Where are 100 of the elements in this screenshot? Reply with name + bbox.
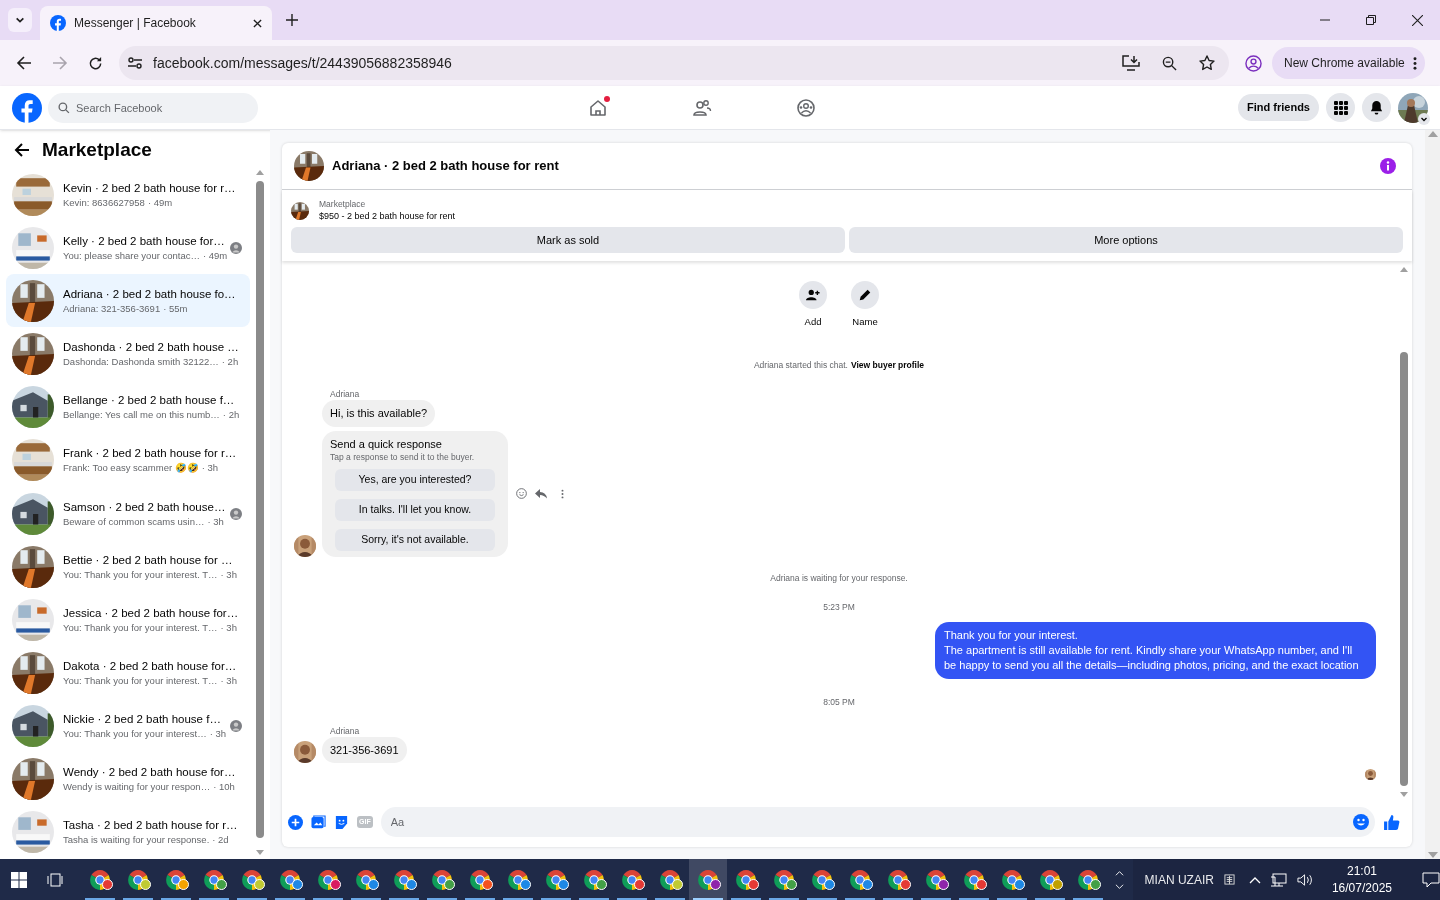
action-button[interactable]: More options bbox=[849, 227, 1403, 253]
network-icon[interactable] bbox=[1270, 872, 1287, 887]
sidebar-title: Marketplace bbox=[42, 137, 152, 162]
message-preview: You: please share your contac… bbox=[63, 248, 200, 263]
back-icon[interactable] bbox=[16, 55, 32, 71]
message-time: · 10h bbox=[213, 780, 235, 795]
message-time: · 3h bbox=[220, 620, 237, 635]
pencil-icon bbox=[858, 288, 872, 302]
scrollbar-thumb[interactable] bbox=[1400, 352, 1408, 786]
ime-icon[interactable] bbox=[1223, 874, 1235, 885]
zoom-icon[interactable] bbox=[1162, 55, 1177, 71]
search-icon bbox=[58, 101, 70, 114]
scroll-up-icon[interactable] bbox=[1115, 869, 1125, 876]
message-time: · 3h bbox=[207, 514, 224, 529]
back-arrow-icon[interactable] bbox=[14, 142, 30, 158]
user-name[interactable]: MIAN UZAIR bbox=[1144, 870, 1214, 889]
card-hint: Tap a response to send it to the buyer. bbox=[330, 450, 476, 464]
update-chrome-button[interactable]: New Chrome available bbox=[1272, 47, 1425, 79]
message-preview: Dashonda: Dashonda smith 32122… bbox=[63, 355, 219, 370]
address-bar[interactable]: facebook.com/messages/t/24439056882358946 bbox=[119, 46, 1229, 80]
message-preview: Wendy is waiting for your respon… bbox=[63, 780, 211, 795]
message-preview: Frank: Too easy scammer 🤣🤣 bbox=[63, 461, 199, 476]
quick-response-button[interactable]: Yes, are you interested? bbox=[335, 468, 495, 491]
search-field[interactable]: Search Facebook bbox=[48, 92, 258, 123]
find-friends-button[interactable]: Find friends bbox=[1238, 94, 1319, 121]
info-icon[interactable] bbox=[1380, 158, 1396, 174]
thumbs-up-icon[interactable] bbox=[1383, 813, 1400, 831]
site-info-icon[interactable] bbox=[127, 55, 143, 71]
taskbar-app-button[interactable] bbox=[688, 859, 727, 900]
bell-icon bbox=[1369, 100, 1384, 115]
message-field[interactable]: Aa bbox=[380, 807, 1375, 837]
photo-icon[interactable] bbox=[311, 814, 326, 830]
sticker-icon[interactable] bbox=[334, 814, 349, 830]
caret-icon bbox=[15, 15, 25, 25]
profile-icon[interactable] bbox=[1245, 54, 1262, 72]
caret-icon[interactable] bbox=[1418, 112, 1430, 125]
bookmark-star-icon[interactable] bbox=[1199, 55, 1215, 71]
install-icon[interactable] bbox=[1122, 55, 1140, 71]
message-preview: You: Thank you for your interest. T… bbox=[63, 567, 218, 582]
conversation-title: Tasha · 2 bed 2 bath house for r… bbox=[63, 818, 239, 834]
groups-icon bbox=[796, 97, 816, 118]
conversation-title: Jessica · 2 bed 2 bath house for… bbox=[63, 605, 240, 621]
message-preview: Beware of common scams usin… bbox=[63, 514, 205, 529]
more-icon bbox=[1412, 56, 1417, 70]
buyer-profile-link[interactable]: View buyer profile bbox=[851, 359, 925, 372]
scroll-down-icon[interactable] bbox=[1115, 883, 1125, 890]
facebook-logo-icon[interactable] bbox=[12, 92, 42, 123]
quick-response-button[interactable]: In talks. I'll let you know. bbox=[335, 498, 495, 521]
conversation-title: Kevin · 2 bed 2 bath house for r… bbox=[63, 180, 237, 196]
facebook-logo-icon bbox=[50, 15, 66, 31]
clock-time[interactable]: 21:01 bbox=[1346, 862, 1377, 880]
action-label: Name bbox=[852, 315, 878, 329]
task-view-icon bbox=[46, 871, 63, 888]
message-time: · 3h bbox=[220, 567, 237, 582]
menu-button[interactable] bbox=[1326, 93, 1355, 122]
browser-tab[interactable]: Messenger | Facebook bbox=[40, 6, 272, 40]
conversation-title: Adriana · 2 bed 2 bath house fo… bbox=[63, 286, 237, 302]
scrollbar-thumb[interactable] bbox=[256, 181, 264, 838]
emoji-icon[interactable] bbox=[1353, 814, 1369, 830]
add-person-icon bbox=[806, 288, 820, 302]
conversation-title: Bellange · 2 bed 2 bath house f… bbox=[63, 393, 236, 409]
tab-search-button[interactable] bbox=[8, 8, 32, 32]
message-time: · 2h bbox=[221, 355, 239, 370]
conversation-title: Frank · 2 bed 2 bath house for r… bbox=[63, 446, 238, 462]
conversation-item[interactable]: Adriana · 2 bed 2 bath house fo… Adriana: 321-356-3691 · 55m bbox=[6, 274, 250, 328]
close-icon[interactable] bbox=[253, 18, 262, 28]
home-icon bbox=[588, 97, 608, 118]
volume-icon[interactable] bbox=[1296, 872, 1314, 887]
card-title: Send a quick response bbox=[330, 436, 443, 451]
quick-response-button[interactable]: Sorry, it's not available. bbox=[335, 528, 495, 551]
message-preview: You: Thank you for your interest. T… bbox=[63, 674, 218, 688]
message-time: · 2h bbox=[222, 408, 240, 423]
listing-label: Marketplace bbox=[319, 198, 367, 210]
new-tab-icon[interactable] bbox=[286, 14, 298, 26]
conversation-title: Dashonda · 2 bed 2 bath house … bbox=[63, 340, 240, 356]
windows-icon bbox=[10, 871, 27, 888]
conversation-title: Nickie · 2 bed 2 bath house f… bbox=[63, 712, 221, 728]
reload-icon[interactable] bbox=[88, 55, 103, 71]
plus-icon[interactable] bbox=[288, 814, 303, 830]
more-icon[interactable] bbox=[561, 488, 564, 499]
message-time: · 3h bbox=[220, 674, 237, 688]
clock-date[interactable]: 16/07/2025 bbox=[1331, 879, 1392, 897]
message-bubble: Hi, is this available? bbox=[322, 400, 436, 427]
message-bubble: Thank you for your interest. The apartment is still available for rent. Kindly share your WhatsApp number, and I'll be happy to send you all the details—including photos, pricing, and the exact location bbox=[935, 622, 1376, 679]
notice-text: Adriana is waiting for your response. bbox=[770, 571, 908, 585]
reply-icon[interactable] bbox=[535, 488, 547, 499]
chat-title: Adriana · 2 bed 2 bath house for rent bbox=[332, 157, 560, 176]
add-button[interactable] bbox=[799, 281, 827, 309]
notification-center-icon[interactable] bbox=[1422, 871, 1440, 888]
tab-title: Messenger | Facebook bbox=[74, 15, 197, 32]
sender-name: Adriana bbox=[330, 388, 360, 400]
message-bubble: 321-356-3691 bbox=[322, 736, 407, 764]
name-button[interactable] bbox=[851, 281, 879, 309]
emoji-icon[interactable] bbox=[516, 488, 527, 499]
chevron-up-icon[interactable] bbox=[1248, 875, 1261, 884]
timestamp: 5:23 PM bbox=[823, 601, 855, 614]
action-button[interactable]: Mark as sold bbox=[291, 227, 845, 253]
notifications-button[interactable] bbox=[1362, 93, 1391, 122]
message-preview: You: Thank you for your interest… bbox=[63, 727, 207, 742]
message-preview: Bellange: Yes call me on this numb… bbox=[63, 408, 220, 423]
